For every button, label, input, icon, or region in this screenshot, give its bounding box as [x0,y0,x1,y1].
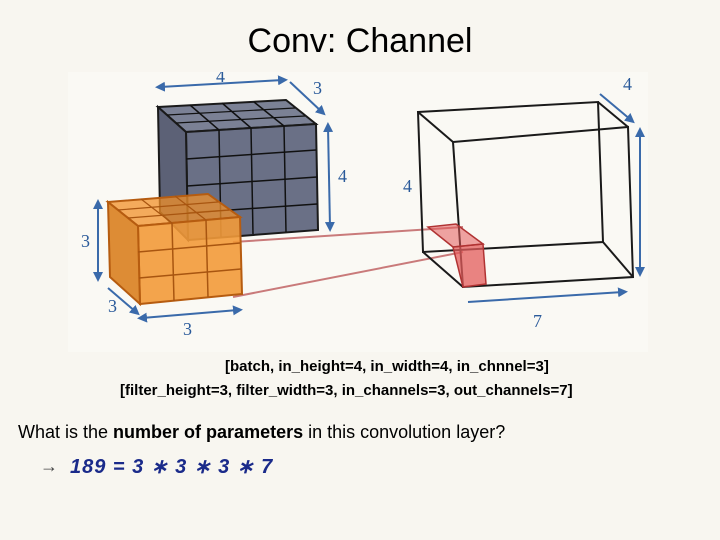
param-equation: 189 = 3 ∗ 3 ∗ 3 ∗ 7 [70,454,273,479]
filter-cube [98,194,242,318]
in-height-label: 4 [338,166,347,186]
answer-row: → 189 = 3 ∗ 3 ∗ 3 ∗ 7 [40,454,273,479]
out-width-label: 7 [533,311,542,331]
in-width-top-label: 4 [216,72,225,86]
in-depth-top-label: 3 [313,78,322,98]
out-height-label-left: 4 [403,176,412,196]
filter-depth-label: 3 [108,296,117,316]
slide-title: Conv: Channel [0,0,720,61]
question-pre: What is the [18,422,113,442]
input-shape-caption: [batch, in_height=4, in_width=4, in_chnn… [225,358,549,375]
out-depth-label: 4 [623,74,632,94]
conv-diagram: 7 4 4 4 3 4 [68,72,648,352]
filter-shape-caption: [filter_height=3, filter_width=3, in_cha… [120,382,573,399]
question-post: in this convolution layer? [303,422,505,442]
question-text: What is the number of parameters in this… [18,422,505,443]
question-bold: number of parameters [113,422,303,442]
filter-width-label: 3 [183,319,192,339]
filter-height-label: 3 [81,231,90,251]
output-tensor-cube [418,94,640,302]
arrow-icon: → [40,456,58,477]
